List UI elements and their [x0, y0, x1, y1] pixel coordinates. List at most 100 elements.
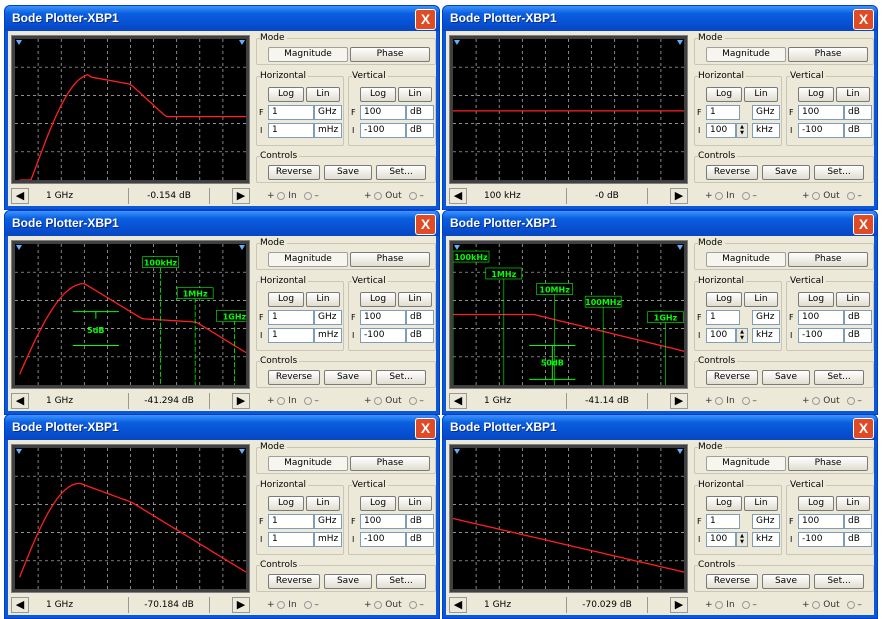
save-button[interactable]: Save: [324, 574, 372, 589]
vertical-initial-unit[interactable]: dB: [406, 532, 434, 547]
magnitude-button[interactable]: Magnitude: [268, 252, 348, 267]
in-plus-radio[interactable]: [715, 600, 724, 609]
title-bar[interactable]: Bode Plotter-XBP1 X: [443, 211, 877, 236]
vertical-log-button[interactable]: Log: [360, 87, 396, 102]
reverse-button[interactable]: Reverse: [268, 370, 320, 385]
close-button[interactable]: X: [415, 418, 436, 439]
horizontal-final-unit[interactable]: GHz: [314, 514, 342, 529]
out-minus-radio[interactable]: [408, 600, 417, 609]
vertical-log-button[interactable]: Log: [798, 496, 834, 511]
horizontal-lin-button[interactable]: Lin: [306, 292, 340, 307]
horizontal-final-input[interactable]: 1: [706, 514, 740, 529]
horizontal-log-button[interactable]: Log: [706, 292, 742, 307]
reverse-button[interactable]: Reverse: [706, 574, 758, 589]
phase-button[interactable]: Phase: [788, 47, 868, 62]
magnitude-button[interactable]: Magnitude: [706, 47, 786, 62]
reverse-button[interactable]: Reverse: [706, 165, 758, 180]
cursor-right-button[interactable]: ▶: [670, 188, 688, 204]
save-button[interactable]: Save: [762, 370, 810, 385]
plot-area[interactable]: 100kHz1MHz 10MHz 100MHz 1GHz 50dB: [453, 244, 684, 385]
horizontal-initial-input[interactable]: 1: [268, 123, 314, 138]
horizontal-lin-button[interactable]: Lin: [744, 496, 778, 511]
out-minus-radio[interactable]: [846, 396, 855, 405]
cursor-right-button[interactable]: ▶: [232, 393, 250, 409]
vertical-initial-unit[interactable]: dB: [406, 123, 434, 138]
cursor-left-button[interactable]: ◀: [11, 188, 29, 204]
vertical-final-input[interactable]: 100: [798, 514, 844, 529]
horizontal-lin-button[interactable]: Lin: [306, 496, 340, 511]
horizontal-final-input[interactable]: 1: [706, 105, 740, 120]
out-plus-radio[interactable]: [374, 191, 383, 200]
horizontal-initial-unit[interactable]: mHz: [314, 532, 342, 547]
horizontal-lin-button[interactable]: Lin: [306, 87, 340, 102]
reverse-button[interactable]: Reverse: [706, 370, 758, 385]
vertical-initial-input[interactable]: -100: [798, 123, 844, 138]
title-bar[interactable]: Bode Plotter-XBP1 X: [443, 6, 877, 31]
horizontal-initial-input[interactable]: 100: [706, 532, 736, 547]
close-button[interactable]: X: [415, 214, 436, 235]
vertical-initial-input[interactable]: -100: [798, 328, 844, 343]
plot-area[interactable]: [453, 448, 684, 589]
close-button[interactable]: X: [853, 214, 874, 235]
in-terminals[interactable]: + In –: [705, 191, 757, 201]
reverse-button[interactable]: Reverse: [268, 574, 320, 589]
vertical-lin-button[interactable]: Lin: [398, 292, 432, 307]
set-button[interactable]: Set...: [376, 370, 426, 385]
horizontal-final-unit[interactable]: GHz: [752, 105, 780, 120]
vertical-initial-unit[interactable]: dB: [844, 532, 872, 547]
horizontal-final-unit[interactable]: GHz: [752, 310, 780, 325]
cursor-right-button[interactable]: ▶: [232, 188, 250, 204]
horizontal-log-button[interactable]: Log: [268, 496, 304, 511]
out-plus-radio[interactable]: [374, 600, 383, 609]
vertical-initial-unit[interactable]: dB: [844, 328, 872, 343]
cursor-left-button[interactable]: ◀: [11, 393, 29, 409]
in-minus-radio[interactable]: [741, 600, 750, 609]
horizontal-initial-unit[interactable]: kHz: [752, 532, 780, 547]
vertical-lin-button[interactable]: Lin: [836, 496, 870, 511]
vertical-log-button[interactable]: Log: [798, 292, 834, 307]
in-plus-radio[interactable]: [277, 600, 286, 609]
vertical-log-button[interactable]: Log: [360, 496, 396, 511]
vertical-final-input[interactable]: 100: [360, 514, 406, 529]
horizontal-log-button[interactable]: Log: [706, 87, 742, 102]
out-plus-radio[interactable]: [812, 396, 821, 405]
horizontal-final-input[interactable]: 1: [268, 514, 314, 529]
vertical-initial-unit[interactable]: dB: [406, 328, 434, 343]
initial-spinner[interactable]: ▲ ▼: [736, 328, 748, 343]
close-button[interactable]: X: [853, 9, 874, 30]
cursor-right-button[interactable]: ▶: [232, 597, 250, 613]
in-terminals[interactable]: + In –: [705, 600, 757, 610]
phase-button[interactable]: Phase: [788, 252, 868, 267]
vertical-lin-button[interactable]: Lin: [836, 292, 870, 307]
vertical-log-button[interactable]: Log: [798, 87, 834, 102]
phase-button[interactable]: Phase: [788, 456, 868, 471]
in-terminals[interactable]: + In –: [267, 191, 319, 201]
horizontal-initial-input[interactable]: 100: [706, 328, 736, 343]
reverse-button[interactable]: Reverse: [268, 165, 320, 180]
phase-button[interactable]: Phase: [350, 456, 430, 471]
magnitude-button[interactable]: Magnitude: [706, 252, 786, 267]
vertical-final-input[interactable]: 100: [360, 105, 406, 120]
magnitude-button[interactable]: Magnitude: [706, 456, 786, 471]
horizontal-final-unit[interactable]: GHz: [752, 514, 780, 529]
save-button[interactable]: Save: [762, 165, 810, 180]
horizontal-final-input[interactable]: 1: [268, 105, 314, 120]
cursor-right-button[interactable]: ▶: [670, 597, 688, 613]
vertical-initial-input[interactable]: -100: [360, 532, 406, 547]
plot-area[interactable]: 100kHz 1MHz 1GHz 5dB: [15, 244, 246, 385]
vertical-final-unit[interactable]: dB: [406, 514, 434, 529]
vertical-log-button[interactable]: Log: [360, 292, 396, 307]
plot-area[interactable]: [15, 39, 246, 180]
out-terminals[interactable]: + Out –: [802, 396, 862, 406]
save-button[interactable]: Save: [762, 574, 810, 589]
out-terminals[interactable]: + Out –: [364, 191, 424, 201]
save-button[interactable]: Save: [324, 165, 372, 180]
out-minus-radio[interactable]: [408, 191, 417, 200]
vertical-final-unit[interactable]: dB: [406, 310, 434, 325]
vertical-final-input[interactable]: 100: [360, 310, 406, 325]
set-button[interactable]: Set...: [376, 165, 426, 180]
out-plus-radio[interactable]: [374, 396, 383, 405]
horizontal-initial-input[interactable]: 1: [268, 532, 314, 547]
horizontal-initial-input[interactable]: 100: [706, 123, 736, 138]
out-plus-radio[interactable]: [812, 600, 821, 609]
